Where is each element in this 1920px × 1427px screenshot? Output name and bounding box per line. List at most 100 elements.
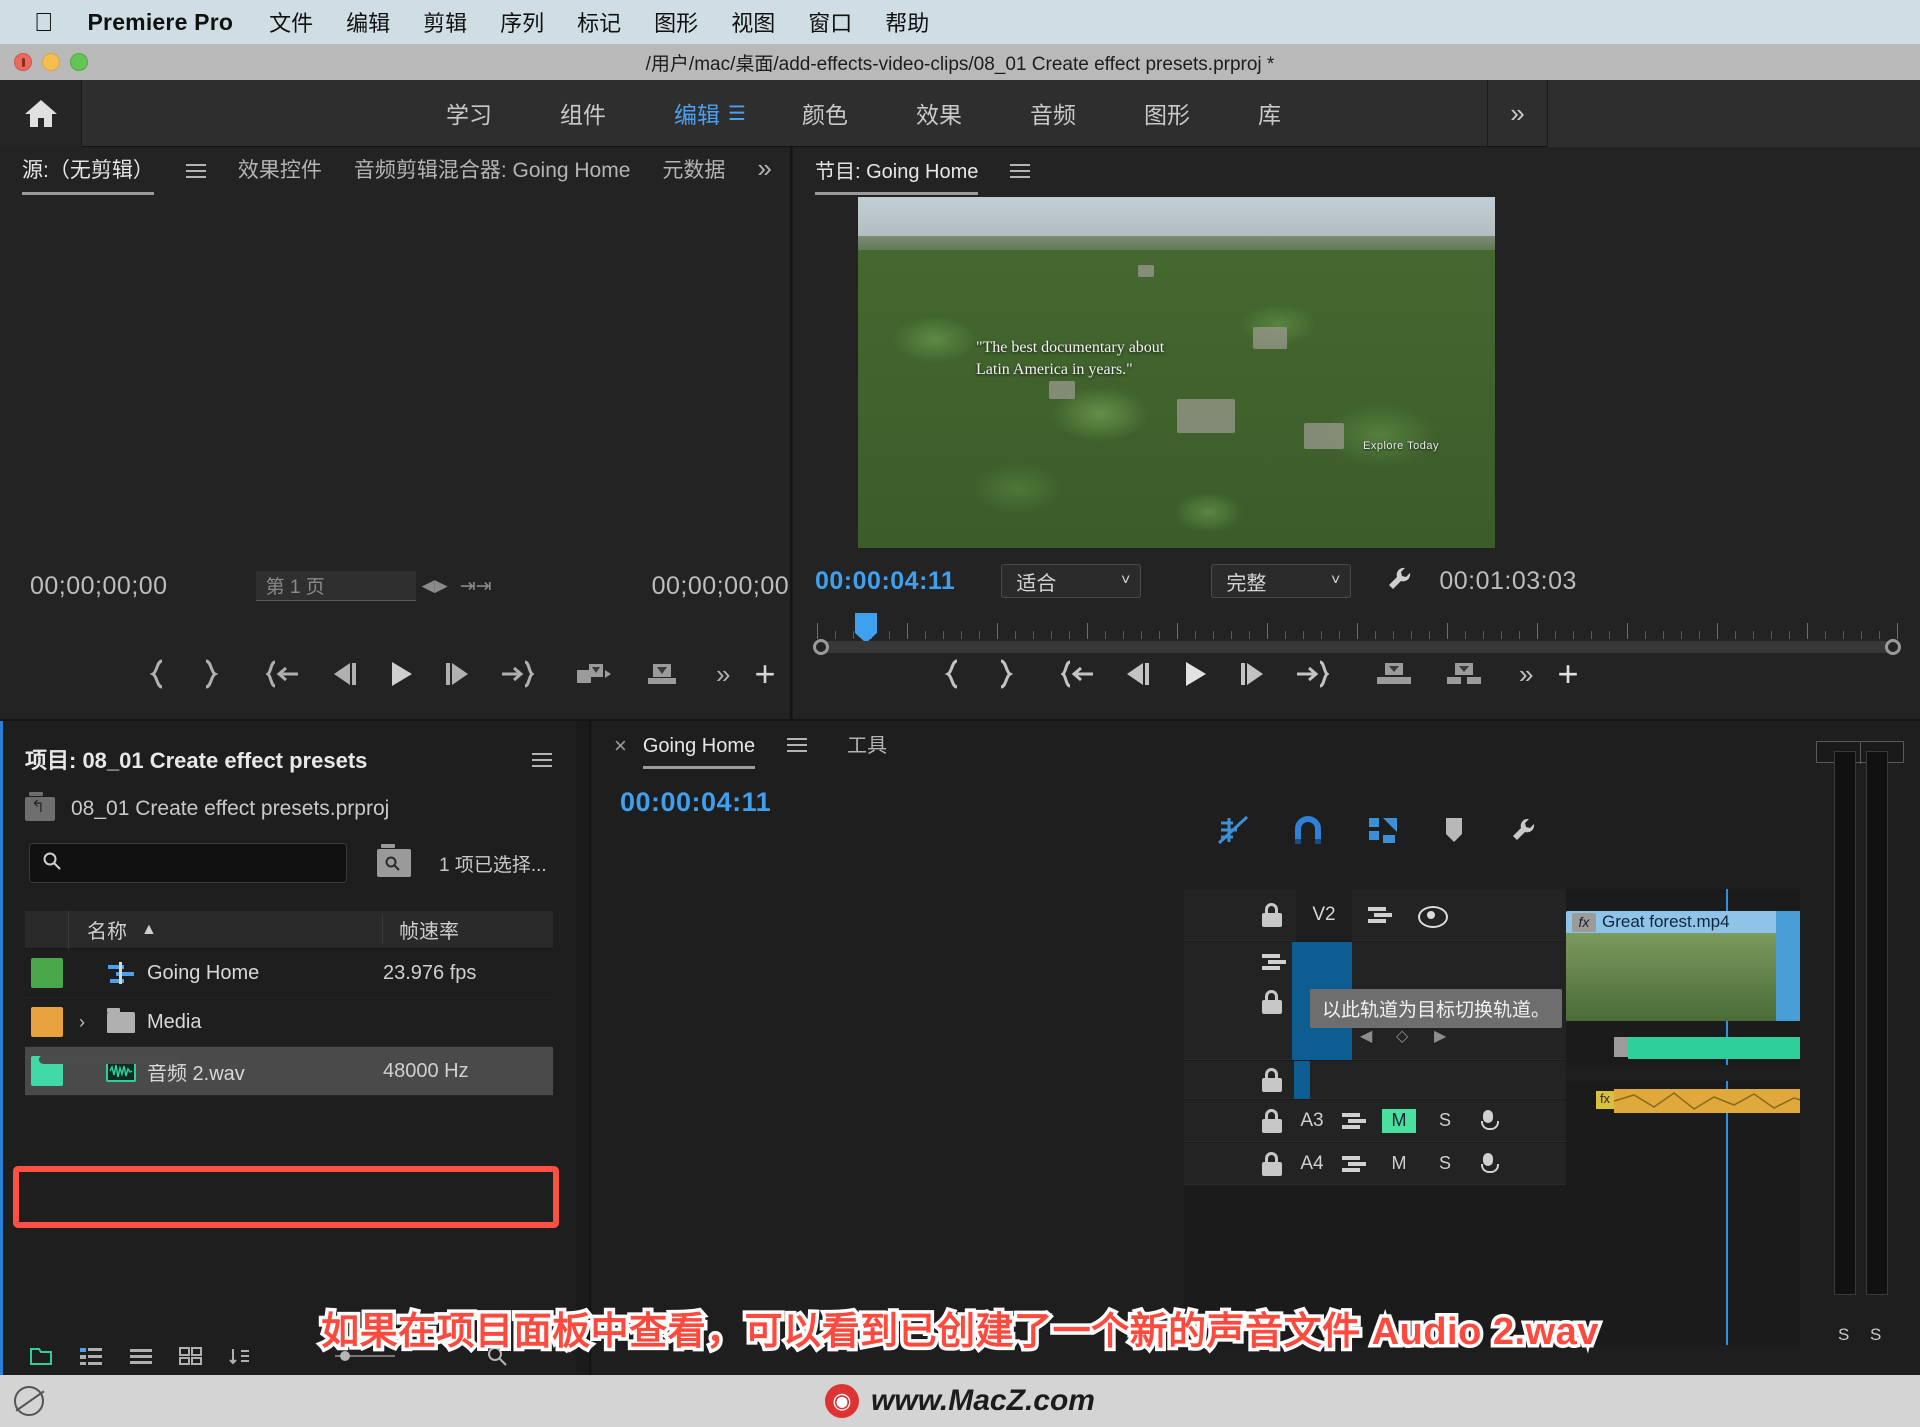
search-input[interactable] (70, 853, 320, 873)
marker-icon[interactable] (1443, 816, 1465, 849)
workspace-tab-audio[interactable]: 音频 (996, 96, 1110, 130)
mark-out-icon[interactable] (200, 659, 218, 689)
source-page-field[interactable]: 第 1 页 (255, 571, 416, 601)
lock-icon[interactable] (1262, 902, 1282, 927)
lock-icon[interactable] (1262, 1067, 1282, 1092)
button-editor-icon[interactable]: + (1557, 656, 1578, 692)
divider-top-bottom[interactable] (0, 719, 1920, 721)
workspace-tab-graphics[interactable]: 图形 (1110, 96, 1224, 130)
audio-clip-a4[interactable] (1613, 1089, 1800, 1113)
track-header-a4[interactable]: A4 M S (1184, 1143, 1566, 1185)
go-to-out-icon[interactable] (1295, 660, 1329, 688)
lift-icon[interactable] (1375, 661, 1413, 687)
extract-icon[interactable] (1445, 661, 1483, 687)
chevron-right-icon[interactable]: › (69, 1012, 95, 1033)
linked-selection-icon[interactable] (1367, 815, 1399, 850)
menu-edit[interactable]: 编辑 (346, 6, 390, 38)
workspace-overflow-icon[interactable]: » (1487, 80, 1547, 147)
source-current-timecode[interactable]: 00;00;00;00 (30, 572, 168, 601)
menu-markers[interactable]: 标记 (577, 6, 621, 38)
workspace-tab-effects[interactable]: 效果 (882, 96, 996, 130)
track-header-a3[interactable]: A3 M S (1184, 1100, 1566, 1142)
search-input-wrapper[interactable] (29, 843, 347, 883)
tab-timeline-going-home[interactable]: Going Home (642, 735, 756, 769)
program-playhead[interactable] (855, 613, 877, 643)
mark-in-icon[interactable] (945, 659, 963, 689)
divider-project-timeline[interactable] (589, 721, 591, 1385)
clip-trim-handle[interactable] (1776, 911, 1800, 1021)
track-output-eye-icon[interactable] (1418, 905, 1448, 928)
workspace-tab-assembly[interactable]: 组件 (526, 96, 640, 130)
sync-lock-icon[interactable] (1368, 906, 1392, 923)
lock-icon[interactable] (1262, 990, 1282, 1014)
menu-window[interactable]: 窗口 (808, 6, 852, 38)
nest-sequence-icon[interactable] (1217, 815, 1249, 850)
voice-record-icon[interactable] (1480, 1109, 1499, 1132)
playback-resolution-select[interactable]: 完整 ˅ (1211, 564, 1352, 598)
workspace-tab-editing[interactable]: 编辑 (640, 96, 728, 130)
zoom-level-select[interactable]: 适合 ˅ (1001, 564, 1142, 598)
source-tabs-overflow-icon[interactable]: » (757, 153, 771, 195)
go-to-out-icon[interactable] (500, 660, 534, 688)
keyframe-prev-icon[interactable]: ◀ (1360, 1026, 1372, 1046)
snap-magnet-icon[interactable] (1293, 815, 1323, 850)
row-color-swatch[interactable] (31, 958, 63, 988)
parent-folder-icon[interactable] (25, 792, 55, 821)
voice-record-icon[interactable] (1480, 1152, 1499, 1175)
sync-lock-icon[interactable] (1342, 1155, 1366, 1172)
lock-icon[interactable] (1262, 1151, 1282, 1176)
menu-file[interactable]: 文件 (269, 6, 313, 38)
tab-program-going-home[interactable]: 节目: Going Home (815, 155, 979, 195)
go-to-in-icon[interactable] (266, 660, 300, 688)
track-label-v2[interactable]: V2 (1296, 888, 1352, 941)
tab-source[interactable]: 源:（无剪辑） (22, 154, 154, 195)
timeline-canvas[interactable]: :00:00 00:00:04:23 00:00:09:23 fx Great … (1566, 889, 1800, 1345)
mute-button-a4[interactable]: M (1382, 1152, 1416, 1176)
solo-button-a3[interactable]: S (1428, 1109, 1462, 1133)
apple-logo-icon[interactable]:  (34, 9, 54, 35)
track-label-a3[interactable]: A3 (1292, 1110, 1332, 1132)
source-page-next-icon[interactable]: ⇥⇥ (460, 575, 492, 598)
sync-lock-icon[interactable] (1342, 1112, 1366, 1129)
row-color-swatch[interactable] (31, 1007, 63, 1037)
audio-clip-a2[interactable] (1628, 1037, 1800, 1059)
settings-wrench-icon[interactable] (1509, 816, 1537, 849)
tab-tools[interactable]: 工具 (847, 729, 887, 769)
menu-clip[interactable]: 剪辑 (423, 6, 467, 38)
close-icon[interactable]: × (614, 733, 627, 769)
track-header-v2[interactable]: V2 (1184, 888, 1566, 941)
tab-audio-clip-mixer[interactable]: 音频剪辑混合器: Going Home (354, 154, 631, 195)
menu-help[interactable]: 帮助 (885, 6, 929, 38)
track-label-a4[interactable]: A4 (1292, 1153, 1332, 1175)
menu-graphics[interactable]: 图形 (654, 6, 698, 38)
program-video-frame[interactable]: "The best documentary about Latin Americ… (858, 197, 1495, 548)
project-panel-menu-icon[interactable] (532, 749, 552, 771)
find-icon[interactable] (377, 844, 411, 877)
play-icon[interactable] (1179, 658, 1211, 690)
mark-out-icon[interactable] (995, 659, 1013, 689)
source-panel-menu-icon[interactable] (185, 160, 206, 182)
mute-button-a3[interactable]: M (1382, 1108, 1416, 1133)
program-current-timecode[interactable]: 00:00:04:11 (815, 567, 955, 596)
workspace-tab-color[interactable]: 颜色 (768, 96, 882, 130)
step-back-icon[interactable] (328, 661, 360, 687)
header-name-col[interactable]: 名称 ▲ (69, 915, 383, 944)
overwrite-icon[interactable] (644, 661, 680, 687)
program-more-icon[interactable]: » (1519, 659, 1533, 690)
keyframe-next-icon[interactable]: ▶ (1434, 1026, 1446, 1046)
tab-metadata[interactable]: 元数据 (662, 154, 725, 195)
timeline-panel-menu-icon[interactable] (787, 734, 808, 756)
menu-sequence[interactable]: 序列 (500, 6, 544, 38)
timeline-clip[interactable]: fx Great forest.mp4 (1566, 911, 1800, 1021)
program-panel-menu-icon[interactable] (1010, 160, 1031, 182)
table-row[interactable]: Going Home 23.976 fps (25, 949, 553, 998)
lock-icon[interactable] (1262, 1108, 1282, 1133)
workspace-menu-icon[interactable]: ☰ (728, 101, 768, 126)
button-editor-icon[interactable]: + (754, 656, 775, 692)
track-header-a2[interactable] (1184, 1060, 1566, 1099)
timeline-playhead-timecode[interactable]: 00:00:04:11 (592, 769, 1920, 818)
insert-icon[interactable] (576, 661, 612, 687)
workspace-tab-learning[interactable]: 学习 (412, 96, 526, 130)
solo-button-a4[interactable]: S (1428, 1152, 1462, 1176)
divider-source-program[interactable] (790, 147, 792, 719)
